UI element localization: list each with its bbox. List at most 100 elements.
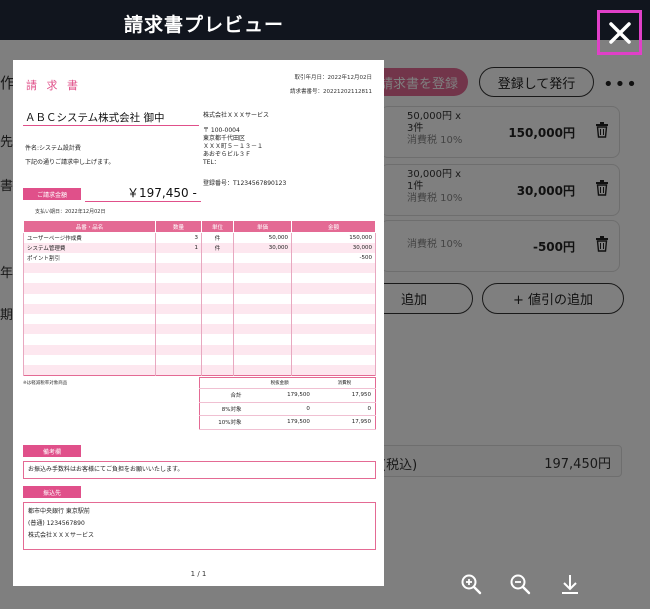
table-cell bbox=[233, 324, 292, 335]
summary-header-row: 税抜金額 消費税 bbox=[199, 377, 376, 389]
table-cell bbox=[201, 263, 234, 274]
issuer-postal: 〒 100-0004 bbox=[203, 127, 240, 134]
table-cell bbox=[23, 293, 156, 304]
bank-line: (普通) 1234567890 bbox=[28, 520, 85, 527]
issuer-address: ＸＸＸ町５－１３－１ bbox=[203, 143, 264, 150]
table-cell bbox=[201, 283, 234, 294]
table-cell bbox=[233, 344, 292, 355]
table-cell: システム管理費 bbox=[23, 242, 156, 253]
issuer-address: 東京都千代田区 bbox=[203, 135, 246, 142]
table-cell bbox=[291, 273, 376, 284]
table-cell bbox=[201, 293, 234, 304]
table-cell bbox=[291, 293, 376, 304]
table-row: ユーザーページ作成費 3 件 50,000 150,000 bbox=[23, 232, 376, 243]
greeting: 下記の通りご請求申し上げます。 bbox=[25, 159, 115, 166]
table-cell bbox=[155, 283, 202, 294]
table-cell: ユーザーページ作成費 bbox=[23, 232, 156, 243]
table-row bbox=[23, 283, 376, 294]
bank-line: 都市中央銀行 東京駅前 bbox=[28, 508, 90, 515]
registration-number: 登録番号：T1234567890123 bbox=[203, 180, 287, 187]
zoom-out-button[interactable] bbox=[509, 573, 531, 595]
table-cell: 30,000 bbox=[291, 242, 376, 253]
table-row bbox=[23, 334, 376, 345]
table-cell: 30,000 bbox=[233, 242, 292, 253]
invoice-document: 請 求 書 取引年月日：2022年12月02日 請求書番号：2022120211… bbox=[13, 60, 384, 586]
divider bbox=[23, 125, 199, 126]
table-cell bbox=[23, 273, 156, 284]
issue-date: 取引年月日：2022年12月02日 bbox=[294, 75, 373, 81]
table-row bbox=[23, 263, 376, 274]
table-cell bbox=[23, 303, 156, 314]
table-cell bbox=[201, 314, 234, 325]
table-cell bbox=[23, 283, 156, 294]
document-title: 請 求 書 bbox=[26, 79, 81, 92]
column-header: 単位 bbox=[201, 220, 234, 233]
table-cell bbox=[291, 283, 376, 294]
summary-row: 8%対象 0 0 bbox=[199, 402, 376, 416]
table-cell bbox=[233, 303, 292, 314]
zoom-in-icon bbox=[461, 574, 482, 595]
summary-row: 10%対象 179,500 17,950 bbox=[199, 415, 376, 430]
table-row bbox=[23, 344, 376, 355]
table-cell: -500 bbox=[291, 252, 376, 264]
table-cell bbox=[23, 314, 156, 325]
table-cell bbox=[23, 263, 156, 274]
table-cell bbox=[201, 252, 234, 264]
table-cell: 150,000 bbox=[291, 232, 376, 243]
table-cell bbox=[291, 364, 376, 376]
table-cell bbox=[155, 293, 202, 304]
table-cell bbox=[233, 252, 292, 264]
table-row bbox=[23, 293, 376, 304]
column-header: 数量 bbox=[155, 220, 202, 233]
remarks-label: 備考欄 bbox=[23, 445, 81, 457]
divider bbox=[85, 201, 201, 202]
table-cell bbox=[233, 354, 292, 365]
issuer-tel: TEL： bbox=[203, 159, 220, 166]
table-cell bbox=[233, 314, 292, 325]
table-cell bbox=[155, 252, 202, 264]
download-icon bbox=[562, 575, 578, 594]
table-row: システム管理費 1 件 30,000 30,000 bbox=[23, 242, 376, 253]
summary-table: 税抜金額 消費税 合計 179,500 17,950 8%対象 0 0 10%対… bbox=[199, 377, 376, 430]
table-row bbox=[23, 273, 376, 284]
table-cell bbox=[155, 314, 202, 325]
table-cell: 件 bbox=[201, 242, 234, 253]
page-indicator: 1 / 1 bbox=[190, 570, 207, 578]
table-cell bbox=[233, 283, 292, 294]
table-cell bbox=[201, 303, 234, 314]
subject: 件名:システム設計費 bbox=[25, 145, 81, 152]
table-cell bbox=[23, 324, 156, 335]
close-icon bbox=[608, 21, 631, 44]
table-cell bbox=[291, 334, 376, 345]
summary-row: 合計 179,500 17,950 bbox=[199, 388, 376, 403]
modal-title: 請求書プレビュー bbox=[124, 14, 285, 36]
download-button[interactable] bbox=[559, 573, 581, 595]
column-header: 消費税 bbox=[313, 377, 376, 389]
amount-label: ご請求金額 bbox=[23, 188, 81, 200]
table-cell bbox=[155, 364, 202, 376]
table-cell bbox=[23, 344, 156, 355]
table-cell bbox=[155, 273, 202, 284]
zoom-out-icon bbox=[510, 574, 531, 595]
table-row bbox=[23, 364, 376, 376]
table-row bbox=[23, 314, 376, 325]
table-row bbox=[23, 324, 376, 335]
table-cell bbox=[233, 364, 292, 376]
table-cell bbox=[233, 263, 292, 274]
table-cell bbox=[155, 324, 202, 335]
table-cell bbox=[291, 263, 376, 274]
table-cell: 3 bbox=[155, 232, 202, 243]
column-header: 単価 bbox=[233, 220, 292, 233]
table-cell bbox=[233, 334, 292, 345]
issuer-name: 株式会社ＸＸＸサービス bbox=[203, 112, 270, 119]
table-cell bbox=[23, 334, 156, 345]
table-cell: 50,000 bbox=[233, 232, 292, 243]
client-name: ＡＢＣシステム株式会社 御中 bbox=[25, 112, 165, 124]
items-table: 品番・品名 数量 単位 単価 金額 ユーザーページ作成費 3 件 50,000 150,… bbox=[23, 220, 376, 376]
table-cell bbox=[201, 364, 234, 376]
table-cell bbox=[201, 324, 234, 335]
table-cell bbox=[291, 354, 376, 365]
close-button[interactable] bbox=[597, 10, 642, 55]
table-row bbox=[23, 303, 376, 314]
zoom-in-button[interactable] bbox=[460, 573, 482, 595]
